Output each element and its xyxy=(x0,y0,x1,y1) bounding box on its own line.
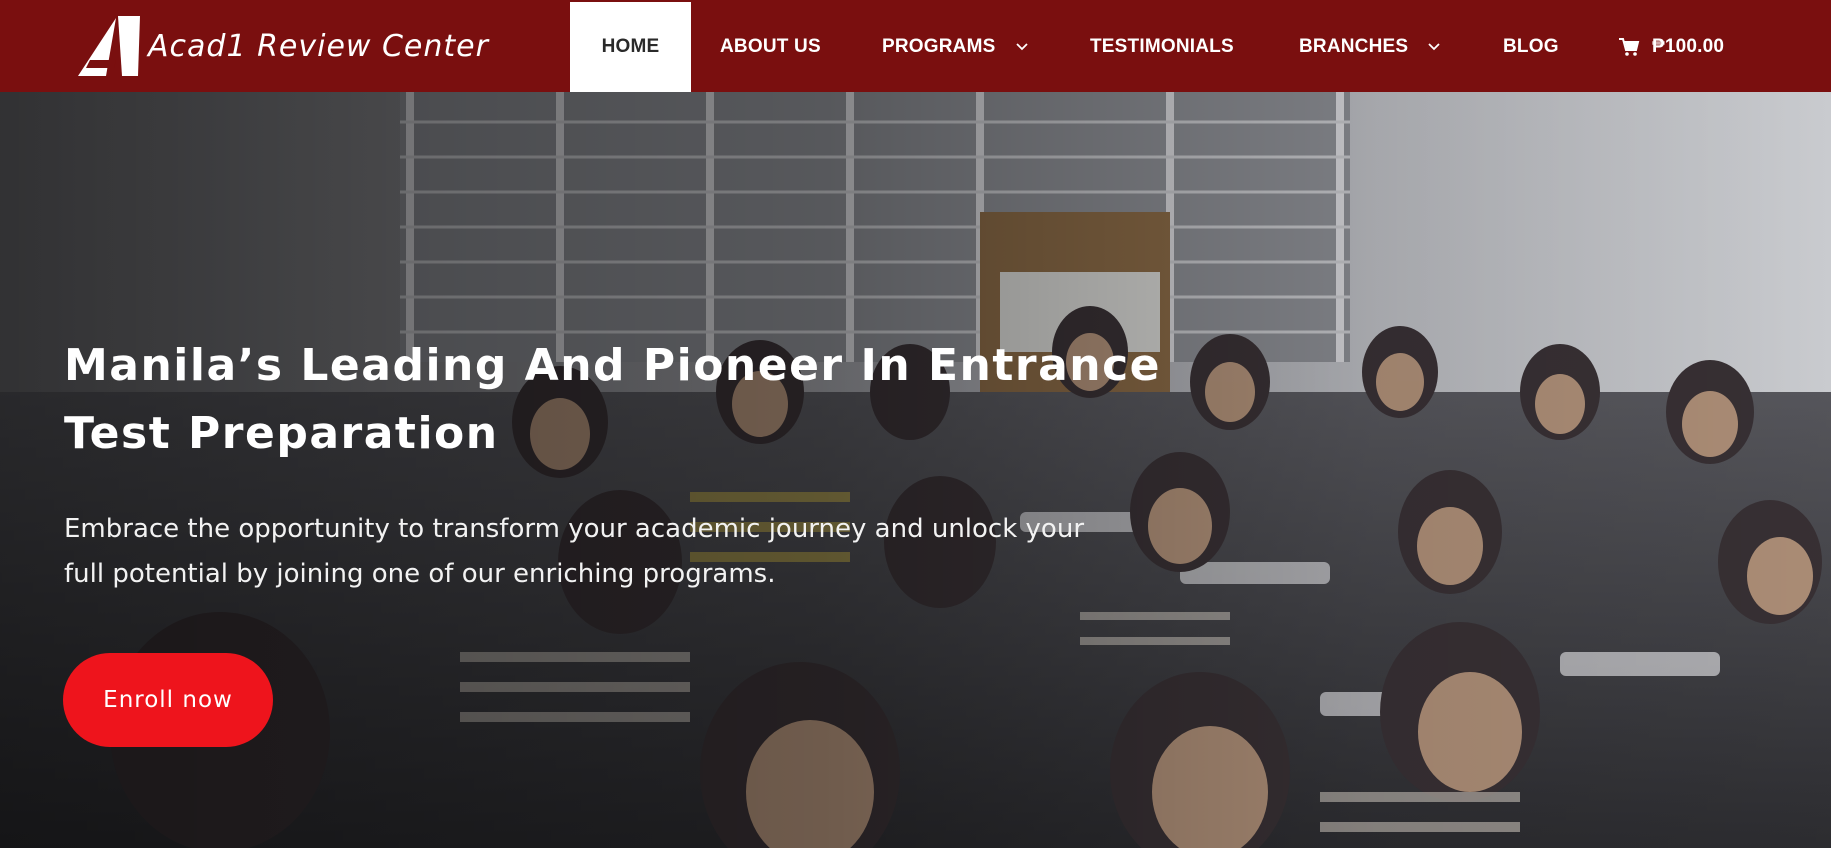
hero-section: Manila’s Leading And Pioneer In Entrance… xyxy=(0,92,1831,848)
top-navbar: Acad1 Review Center HOME ABOUT US PROGRA… xyxy=(0,0,1831,92)
cart-icon xyxy=(1618,37,1640,57)
chevron-down-icon xyxy=(1428,43,1440,51)
nav-home-label: HOME xyxy=(601,36,660,57)
brand-name: Acad1 Review Center xyxy=(148,28,489,64)
nav-blog[interactable]: BLOG xyxy=(1503,2,1559,92)
a1-logo-icon xyxy=(78,16,140,76)
nav-cart[interactable]: ₱100.00 xyxy=(1618,2,1724,92)
hero-subtitle: Embrace the opportunity to transform you… xyxy=(64,514,1085,589)
chevron-down-icon xyxy=(1015,43,1028,51)
nav-testimonials[interactable]: TESTIMONIALS xyxy=(1090,2,1234,92)
nav-blog-label: BLOG xyxy=(1503,36,1559,57)
enroll-now-button[interactable]: Enroll now xyxy=(63,653,273,747)
nav-about-us[interactable]: ABOUT US xyxy=(720,2,821,92)
brand-logo-link[interactable]: Acad1 Review Center xyxy=(76,14,489,78)
nav-branches[interactable]: BRANCHES xyxy=(1299,2,1440,92)
hero-title: Manila’s Leading And Pioneer In Entrance… xyxy=(64,340,1162,459)
nav-about-us-label: ABOUT US xyxy=(720,36,821,57)
nav-home[interactable]: HOME xyxy=(570,2,691,92)
nav-programs-label: PROGRAMS xyxy=(882,36,996,57)
cart-total: ₱100.00 xyxy=(1652,36,1725,57)
nav-programs[interactable]: PROGRAMS xyxy=(882,2,1028,92)
hero-dark-overlay xyxy=(0,92,1831,848)
nav-testimonials-label: TESTIMONIALS xyxy=(1090,36,1234,57)
nav-branches-label: BRANCHES xyxy=(1299,36,1409,57)
